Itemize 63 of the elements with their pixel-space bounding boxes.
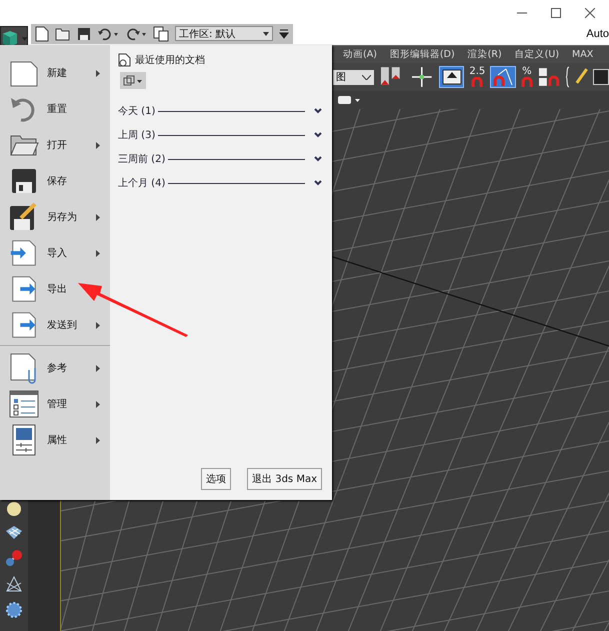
floppy-disk-pencil-icon: [9, 202, 39, 232]
menu-item[interactable]: 另存为: [0, 199, 110, 235]
menu-item[interactable]: 发送到: [0, 307, 110, 343]
project-folder-icon[interactable]: [153, 26, 169, 42]
workspace-dropdown[interactable]: 工作区: 默认: [175, 26, 273, 41]
menu-item[interactable]: 图形编辑器(D): [390, 48, 455, 61]
recent-documents-icon: [118, 53, 131, 67]
menu-footer-button[interactable]: 选项: [201, 468, 232, 490]
recent-group-header[interactable]: 今天 (1): [118, 99, 322, 123]
customize-toolbar-icon[interactable]: [279, 28, 289, 38]
recent-group-header[interactable]: 上个月 (4): [118, 171, 322, 195]
caret-icon: [263, 32, 269, 36]
save-icon[interactable]: [77, 26, 91, 40]
chevron-icon: [314, 156, 322, 162]
menu-item[interactable]: 导出: [0, 271, 110, 307]
gear-icon[interactable]: [5, 601, 23, 619]
magnet-icon: [471, 77, 484, 87]
view-options-button[interactable]: [120, 72, 146, 89]
document-paperclip-icon: [9, 352, 39, 384]
percent-snap-button[interactable]: %: [520, 67, 533, 87]
menu-item[interactable]: 自定义(U): [514, 48, 560, 61]
recent-group-header[interactable]: 上周 (3): [118, 123, 322, 147]
menu-item[interactable]: 保存: [0, 163, 110, 199]
chevron-icon: [362, 74, 372, 80]
molecule-icon[interactable]: [5, 549, 23, 567]
view-dropdown[interactable]: 图: [333, 70, 374, 84]
menu-item[interactable]: 管理: [0, 386, 110, 422]
menu-item[interactable]: 导入: [0, 235, 110, 271]
magnet-icon: [520, 77, 533, 87]
menu-footer-button[interactable]: 退出 3ds Max: [247, 468, 322, 490]
redo-icon[interactable]: [125, 26, 147, 40]
new-file-icon[interactable]: [35, 26, 49, 42]
place-tool-button[interactable]: [438, 66, 464, 88]
angle-snap-button[interactable]: [490, 66, 516, 88]
edit-named-selection-icon[interactable]: [564, 65, 588, 89]
viewport-menu-icon[interactable]: [338, 96, 360, 104]
window-title: Auto: [586, 28, 609, 40]
grid-mesh-icon[interactable]: [5, 525, 23, 541]
menu-item[interactable]: 新建: [0, 55, 110, 91]
caret-icon: [22, 36, 27, 40]
open-folder-icon[interactable]: [55, 26, 71, 40]
menu-item[interactable]: 渲染(R): [468, 48, 502, 61]
chevron-icon: [314, 180, 322, 186]
undo-icon[interactable]: [97, 26, 119, 40]
maximize-icon[interactable]: [551, 8, 561, 18]
snap-toggle-button[interactable]: 2.5: [469, 67, 486, 87]
named-selection-field[interactable]: [593, 69, 609, 85]
menu-item[interactable]: 动画(A): [343, 48, 377, 61]
menu-item[interactable]: 打开: [0, 127, 110, 163]
menu-item[interactable]: 重置: [0, 91, 110, 127]
spinner-snap-icon[interactable]: [538, 66, 560, 88]
move-icon[interactable]: [410, 65, 434, 89]
menu-item[interactable]: 参考: [0, 350, 110, 386]
chevron-icon: [314, 132, 322, 138]
menu-item[interactable]: MAX: [572, 49, 594, 60]
list-window-icon: [9, 390, 39, 418]
close-icon[interactable]: [585, 8, 595, 18]
recent-group-header[interactable]: 三周前 (2): [118, 147, 322, 171]
menu-item[interactable]: 属性: [0, 422, 110, 458]
recent-documents-title: 最近使用的文档: [135, 54, 205, 67]
chevron-icon: [314, 108, 322, 114]
light-icon[interactable]: [6, 501, 22, 517]
pyramid-icon[interactable]: [5, 575, 23, 593]
